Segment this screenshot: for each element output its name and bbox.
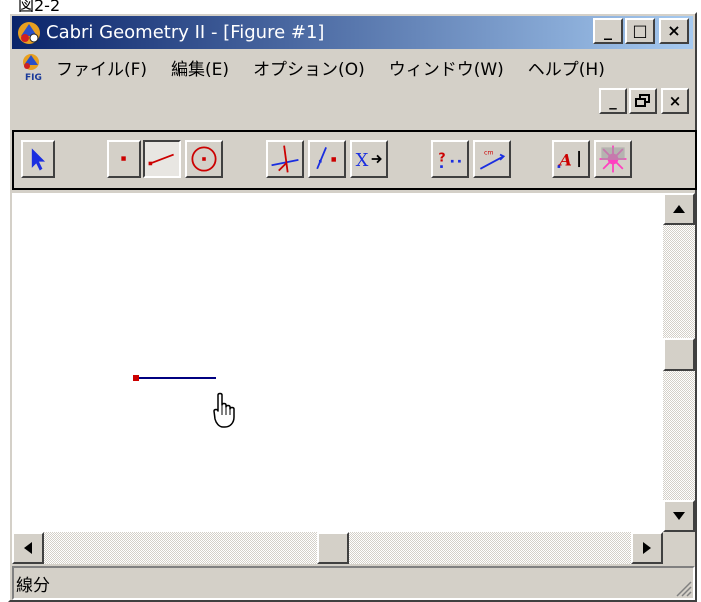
perpendicular-icon: [271, 145, 299, 173]
vertical-scrollbar[interactable]: [663, 193, 695, 532]
scroll-down-button[interactable]: [663, 500, 695, 532]
label-icon: A: [557, 150, 580, 169]
arrow-left-icon: [24, 542, 32, 554]
perpendicular-tool[interactable]: [266, 140, 304, 178]
point-icon: [121, 156, 126, 161]
menu-help[interactable]: ヘルプ(H): [528, 55, 605, 80]
doc-close-button[interactable]: ×: [661, 88, 689, 114]
horizontal-scrollbar[interactable]: [12, 532, 663, 564]
display-icon: [599, 145, 627, 173]
horizontal-scroll-thumb[interactable]: [317, 532, 349, 564]
segment-tool[interactable]: [143, 140, 181, 178]
label-tool[interactable]: A: [552, 140, 590, 178]
scroll-left-button[interactable]: [12, 532, 44, 564]
doc-minimize-button[interactable]: _: [599, 88, 627, 114]
scrollbar-corner: [663, 532, 695, 564]
arrow-right-icon: [643, 542, 651, 554]
symmetry-tool[interactable]: [308, 140, 346, 178]
arrow-pointer-icon: [31, 148, 46, 171]
resize-grip-icon[interactable]: [673, 578, 693, 598]
restore-icon: [635, 94, 650, 107]
scroll-up-button[interactable]: [663, 193, 695, 225]
close-button[interactable]: ×: [659, 18, 689, 44]
point-tool[interactable]: [107, 140, 141, 178]
menu-bar: FIG ファイル(F) 編集(E) オプション(O) ウィンドウ(W) ヘルプ(…: [12, 51, 693, 83]
transform-icon: X: [356, 150, 382, 171]
point[interactable]: [133, 375, 139, 381]
window-title: Cabri Geometry II - [Figure #1]: [46, 22, 325, 43]
maximize-button[interactable]: □: [625, 18, 655, 44]
menu-edit[interactable]: 編集(E): [171, 55, 229, 80]
minimize-button[interactable]: _: [593, 18, 623, 44]
geometry-figure: [133, 375, 235, 428]
circle-icon: [191, 146, 217, 172]
measure-icon: cm: [479, 150, 506, 170]
drawing-canvas[interactable]: [12, 193, 663, 532]
symmetry-icon: [316, 147, 336, 170]
vertical-scroll-thumb[interactable]: [663, 338, 695, 371]
svg-text:X: X: [356, 150, 369, 171]
doc-restore-button[interactable]: [629, 88, 657, 114]
pointer-tool[interactable]: [21, 140, 55, 178]
transform-tool[interactable]: X: [350, 140, 388, 178]
segment-icon: [148, 153, 174, 166]
toolbox: X ? cm A: [12, 130, 697, 190]
app-window: Cabri Geometry II - [Figure #1] _ □ × FI…: [8, 12, 697, 602]
svg-text:?: ?: [438, 150, 445, 165]
check-property-tool[interactable]: ?: [431, 140, 469, 178]
display-tool[interactable]: [594, 140, 632, 178]
scroll-right-button[interactable]: [631, 532, 663, 564]
arrow-down-icon: [673, 512, 685, 520]
circle-tool[interactable]: [185, 140, 223, 178]
status-bar: 線分: [12, 566, 695, 600]
check-property-icon: ?: [438, 150, 461, 168]
menu-options[interactable]: オプション(O): [253, 55, 365, 80]
menu-window[interactable]: ウィンドウ(W): [389, 55, 504, 80]
cabri-app-icon: [18, 21, 40, 44]
svg-text:cm: cm: [484, 150, 494, 157]
measure-tool[interactable]: cm: [473, 140, 511, 178]
title-bar[interactable]: Cabri Geometry II - [Figure #1]: [12, 16, 693, 49]
svg-text:FIG: FIG: [25, 73, 42, 82]
figure-document-icon[interactable]: FIG: [16, 52, 50, 82]
menu-file[interactable]: ファイル(F): [56, 55, 147, 80]
hand-cursor-icon: [213, 392, 235, 428]
arrow-up-icon: [673, 205, 685, 213]
status-text: 線分: [16, 575, 50, 596]
